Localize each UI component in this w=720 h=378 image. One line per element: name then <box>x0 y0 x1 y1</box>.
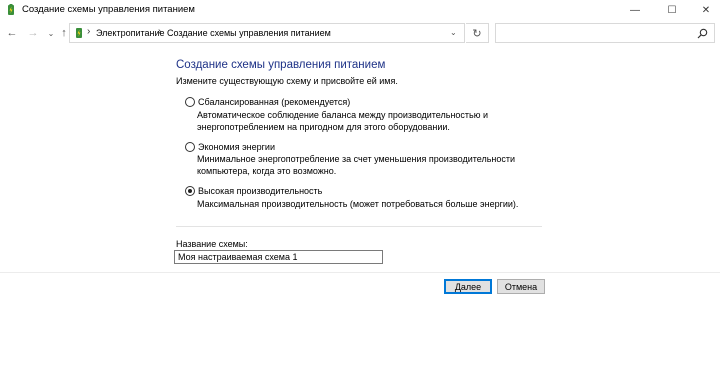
plan-description-power-saver: Минимальное энергопотребление за счет ум… <box>197 154 516 176</box>
plan-option-balanced[interactable]: Сбалансированная (рекомендуется) <box>185 97 350 107</box>
radio-label-power-saver[interactable]: Экономия энергии <box>198 142 275 152</box>
plan-name-label: Название схемы: <box>176 239 248 249</box>
close-icon: ✕ <box>701 4 711 16</box>
navigation-bar: ← → ⌄ ↑ › Электропитание › Создание схем… <box>0 20 720 46</box>
plan-option-high-performance[interactable]: Высокая производительность <box>185 186 322 196</box>
address-bar[interactable]: › Электропитание › Создание схемы управл… <box>69 23 465 43</box>
radio-label-balanced[interactable]: Сбалансированная (рекомендуется) <box>198 97 350 107</box>
breadcrumb-item-power-options[interactable]: Электропитание <box>96 28 165 38</box>
breadcrumb-separator-icon[interactable]: › <box>158 26 161 37</box>
minimize-icon: — <box>630 4 640 16</box>
title-bar: Создание схемы управления питанием — ☐ ✕ <box>0 0 720 20</box>
footer-divider <box>0 272 720 273</box>
close-button[interactable]: ✕ <box>689 0 720 20</box>
plan-description-high-performance: Максимальная производительность (может п… <box>197 199 519 209</box>
radio-power-saver[interactable] <box>185 142 195 152</box>
page-subtitle: Измените существующую схему и присвойте … <box>176 76 398 86</box>
arrow-up-icon: ↑ <box>61 27 67 39</box>
cancel-button[interactable]: Отмена <box>497 279 545 294</box>
breadcrumb-separator-icon[interactable]: › <box>87 26 90 37</box>
minimize-button[interactable]: — <box>618 0 652 20</box>
refresh-icon: ↻ <box>472 27 482 40</box>
power-plan-app-icon <box>8 4 14 15</box>
plan-description-balanced: Автоматическое соблюдение баланса между … <box>197 110 489 132</box>
chevron-down-icon: ⌄ <box>47 28 55 38</box>
recent-locations-button[interactable]: ⌄ <box>44 26 58 40</box>
breadcrumb-item-create-plan[interactable]: Создание схемы управления питанием <box>167 28 331 38</box>
next-button[interactable]: Далее <box>444 279 492 294</box>
address-dropdown-icon[interactable]: ⌄ <box>450 28 457 37</box>
refresh-button[interactable]: ↻ <box>466 23 489 43</box>
maximize-button[interactable]: ☐ <box>655 0 689 20</box>
back-button[interactable]: ← <box>5 26 19 40</box>
radio-balanced[interactable] <box>185 97 195 107</box>
arrow-left-icon: ← <box>6 27 18 39</box>
radio-high-performance[interactable] <box>185 186 195 196</box>
radio-label-high-performance[interactable]: Высокая производительность <box>198 186 322 196</box>
divider <box>176 226 542 227</box>
search-icon <box>697 28 708 39</box>
page-title: Создание схемы управления питанием <box>176 59 386 71</box>
search-input[interactable] <box>495 23 715 43</box>
main-content: Создание схемы управления питанием Измен… <box>0 46 720 378</box>
plan-option-power-saver[interactable]: Экономия энергии <box>185 142 275 152</box>
arrow-right-icon: → <box>27 27 39 39</box>
control-panel-icon <box>76 28 82 38</box>
forward-button[interactable]: → <box>26 26 40 40</box>
plan-name-input[interactable] <box>174 250 383 264</box>
window-title: Создание схемы управления питанием <box>22 4 195 15</box>
maximize-icon: ☐ <box>667 4 677 16</box>
